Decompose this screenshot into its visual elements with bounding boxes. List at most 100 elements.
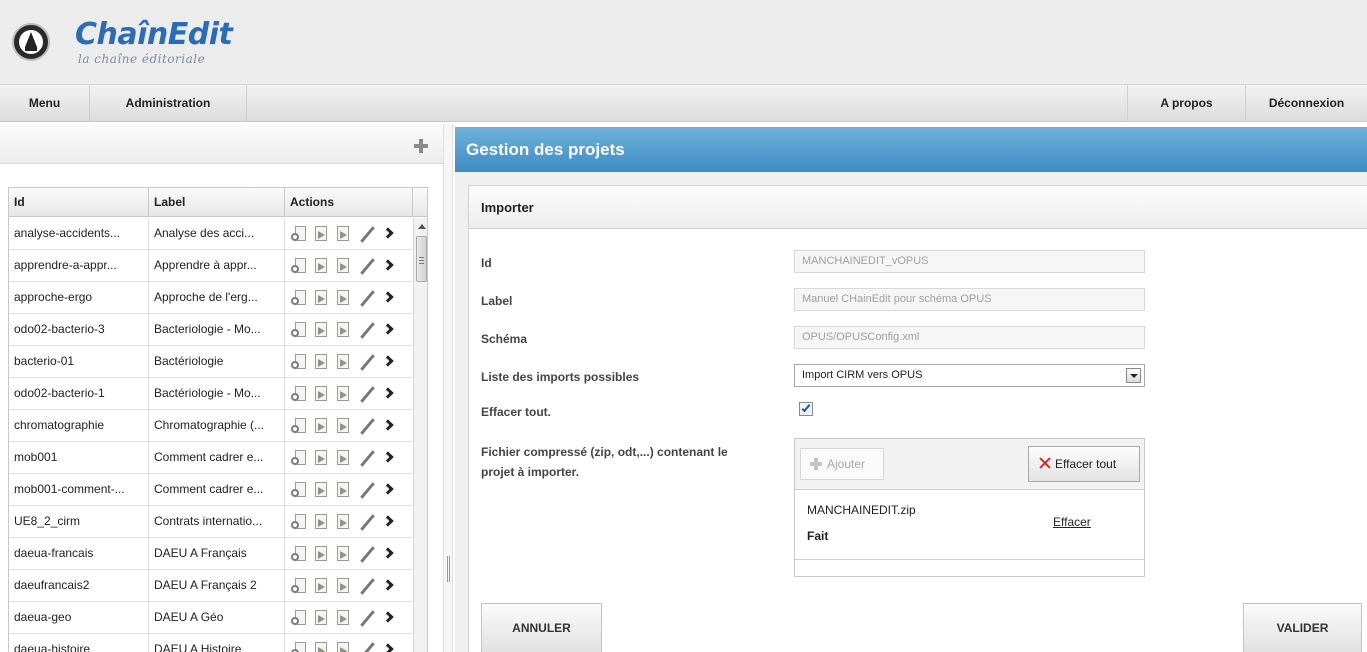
table-row[interactable]: odo02-bacterio-1 Bactériologie - Mo... xyxy=(9,378,413,410)
chevron-down-icon[interactable] xyxy=(1126,368,1141,383)
import-icon[interactable] xyxy=(335,290,351,306)
table-row[interactable]: odo02-bacterio-3 Bacteriologie - Mo... xyxy=(9,314,413,346)
more-icon[interactable] xyxy=(382,258,399,274)
more-icon[interactable] xyxy=(382,386,399,402)
table-row[interactable]: bacterio-01 Bactériologie xyxy=(9,346,413,378)
grid-scrollbar[interactable] xyxy=(413,218,427,652)
table-row[interactable]: mob001-comment-... Comment cadrer e... xyxy=(9,474,413,506)
more-icon[interactable] xyxy=(382,290,399,306)
menu-item-menu[interactable]: Menu xyxy=(0,85,90,122)
scroll-thumb[interactable] xyxy=(416,236,427,282)
edit-icon[interactable] xyxy=(359,290,375,307)
export-icon[interactable] xyxy=(313,386,329,402)
search-icon[interactable] xyxy=(291,258,307,274)
import-icon[interactable] xyxy=(335,610,351,626)
search-icon[interactable] xyxy=(291,322,307,338)
edit-icon[interactable] xyxy=(359,258,375,275)
more-icon[interactable] xyxy=(382,226,399,242)
table-row[interactable]: daeua-histoire DAEU A Histoire xyxy=(9,634,413,652)
export-icon[interactable] xyxy=(313,610,329,626)
more-icon[interactable] xyxy=(382,418,399,434)
import-icon[interactable] xyxy=(335,354,351,370)
table-row[interactable]: apprendre-a-appr... Apprendre à appr... xyxy=(9,250,413,282)
edit-icon[interactable] xyxy=(359,450,375,467)
more-icon[interactable] xyxy=(382,354,399,370)
import-icon[interactable] xyxy=(335,514,351,530)
export-icon[interactable] xyxy=(313,642,329,652)
table-row[interactable]: analyse-accidents... Analyse des acci... xyxy=(9,218,413,250)
column-header-id[interactable]: Id xyxy=(9,188,149,217)
search-icon[interactable] xyxy=(291,226,307,242)
export-icon[interactable] xyxy=(313,482,329,498)
more-icon[interactable] xyxy=(382,610,399,626)
edit-icon[interactable] xyxy=(359,546,375,563)
search-icon[interactable] xyxy=(291,482,307,498)
search-icon[interactable] xyxy=(291,514,307,530)
export-icon[interactable] xyxy=(313,322,329,338)
table-row[interactable]: mob001 Comment cadrer e... xyxy=(9,442,413,474)
remove-file-link[interactable]: Effacer xyxy=(1053,515,1091,529)
search-icon[interactable] xyxy=(291,386,307,402)
edit-icon[interactable] xyxy=(359,642,375,652)
edit-icon[interactable] xyxy=(359,482,375,499)
search-icon[interactable] xyxy=(291,290,307,306)
table-row[interactable]: UE8_2_cirm Contrats internatio... xyxy=(9,506,413,538)
table-row[interactable]: approche-ergo Approche de l'erg... xyxy=(9,282,413,314)
more-icon[interactable] xyxy=(382,482,399,498)
export-icon[interactable] xyxy=(313,546,329,562)
search-icon[interactable] xyxy=(291,578,307,594)
menu-item-a-propos[interactable]: A propos xyxy=(1127,85,1245,122)
add-project-icon[interactable] xyxy=(414,139,428,153)
more-icon[interactable] xyxy=(382,514,399,530)
table-row[interactable]: daeufrancais2 DAEU A Français 2 xyxy=(9,570,413,602)
more-icon[interactable] xyxy=(382,578,399,594)
more-icon[interactable] xyxy=(382,450,399,466)
export-icon[interactable] xyxy=(313,418,329,434)
menu-item-administration[interactable]: Administration xyxy=(90,85,247,122)
more-icon[interactable] xyxy=(382,642,399,652)
table-row[interactable]: chromatographie Chromatographie (... xyxy=(9,410,413,442)
panel-splitter[interactable] xyxy=(443,124,453,652)
import-icon[interactable] xyxy=(335,418,351,434)
export-icon[interactable] xyxy=(313,578,329,594)
import-icon[interactable] xyxy=(335,322,351,338)
edit-icon[interactable] xyxy=(359,354,375,371)
search-icon[interactable] xyxy=(291,354,307,370)
submit-button[interactable]: VALIDER xyxy=(1243,603,1362,652)
edit-icon[interactable] xyxy=(359,514,375,531)
edit-icon[interactable] xyxy=(359,386,375,403)
search-icon[interactable] xyxy=(291,610,307,626)
add-file-button[interactable]: Ajouter xyxy=(800,448,884,480)
more-icon[interactable] xyxy=(382,546,399,562)
import-icon[interactable] xyxy=(335,546,351,562)
scroll-up-icon[interactable] xyxy=(418,224,426,229)
import-icon[interactable] xyxy=(335,226,351,242)
export-icon[interactable] xyxy=(313,514,329,530)
import-icon[interactable] xyxy=(335,482,351,498)
more-icon[interactable] xyxy=(382,322,399,338)
table-row[interactable]: daeua-geo DAEU A Géo xyxy=(9,602,413,634)
edit-icon[interactable] xyxy=(359,418,375,435)
edit-icon[interactable] xyxy=(359,578,375,595)
search-icon[interactable] xyxy=(291,642,307,652)
imports-select[interactable]: Import CIRM vers OPUS xyxy=(794,364,1145,387)
import-icon[interactable] xyxy=(335,386,351,402)
edit-icon[interactable] xyxy=(359,226,375,243)
import-icon[interactable] xyxy=(335,450,351,466)
export-icon[interactable] xyxy=(313,450,329,466)
search-icon[interactable] xyxy=(291,418,307,434)
table-row[interactable]: daeua-francais DAEU A Français xyxy=(9,538,413,570)
import-icon[interactable] xyxy=(335,578,351,594)
clear-all-checkbox[interactable] xyxy=(799,402,813,416)
cancel-button[interactable]: ANNULER xyxy=(481,603,602,652)
import-icon[interactable] xyxy=(335,642,351,652)
edit-icon[interactable] xyxy=(359,322,375,339)
clear-all-files-button[interactable]: Effacer tout xyxy=(1028,446,1140,482)
export-icon[interactable] xyxy=(313,226,329,242)
export-icon[interactable] xyxy=(313,258,329,274)
column-header-label[interactable]: Label xyxy=(149,188,285,217)
menu-item-deconnexion[interactable]: Déconnexion xyxy=(1245,85,1367,122)
import-icon[interactable] xyxy=(335,258,351,274)
search-icon[interactable] xyxy=(291,546,307,562)
search-icon[interactable] xyxy=(291,450,307,466)
